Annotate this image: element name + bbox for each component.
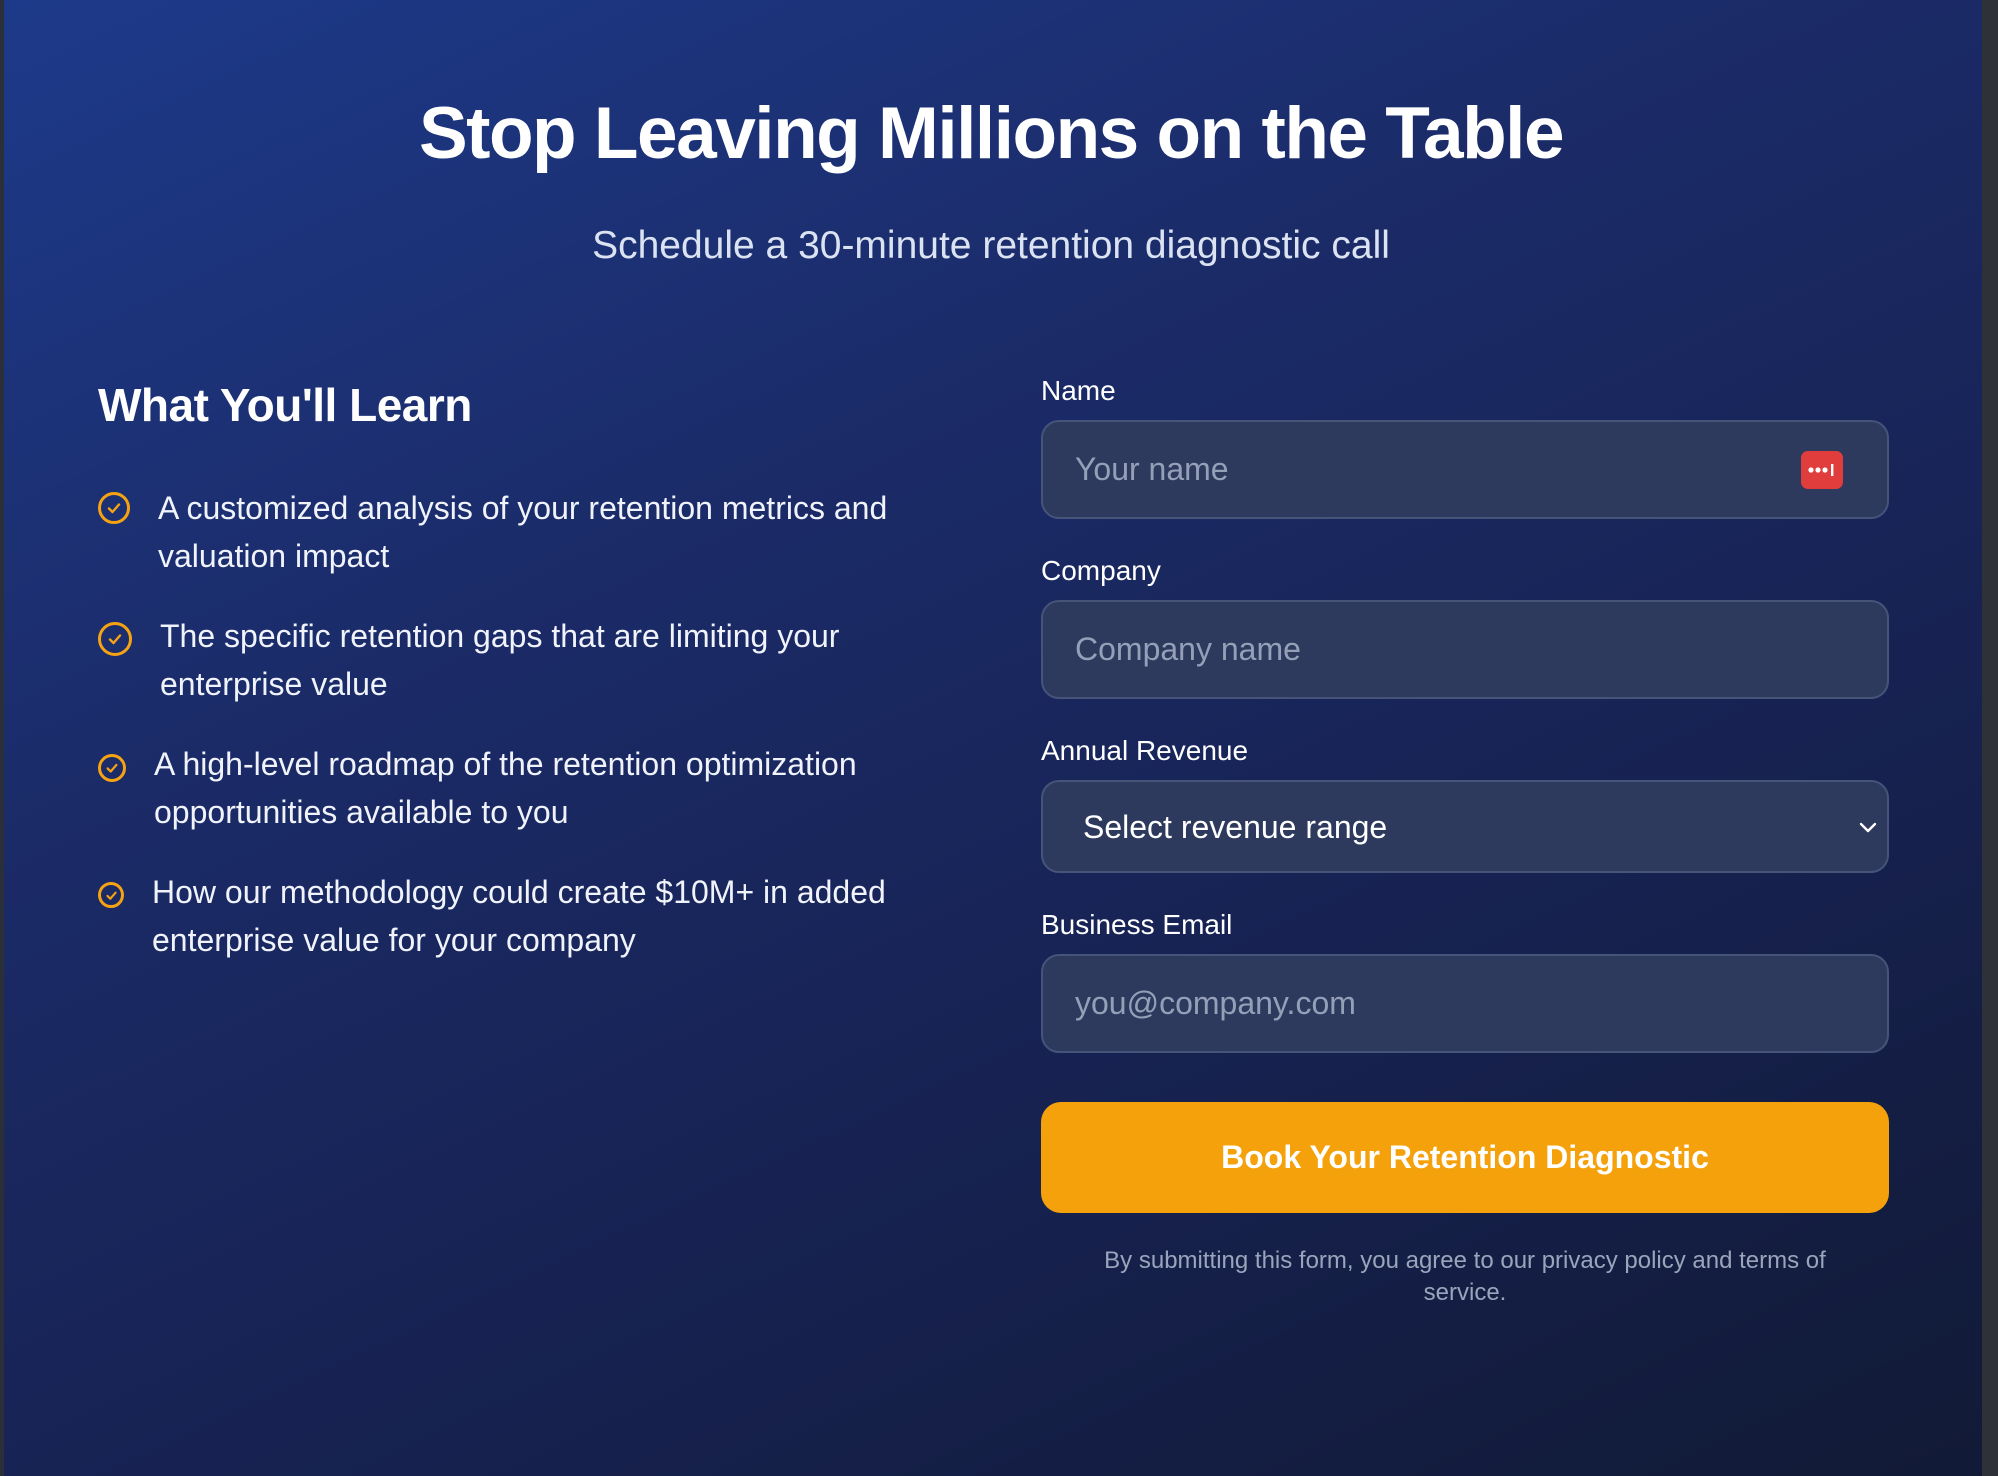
benefit-item: A customized analysis of your retention … (98, 484, 928, 580)
password-manager-icon[interactable] (1801, 451, 1843, 489)
check-circle-icon (98, 882, 124, 908)
check-circle-icon (98, 622, 132, 656)
benefit-text: The specific retention gaps that are lim… (160, 618, 840, 702)
benefit-text: How our methodology could create $10M+ i… (152, 874, 886, 958)
revenue-label: Annual Revenue (1041, 735, 1249, 766)
benefit-item: How our methodology could create $10M+ i… (98, 868, 928, 964)
learn-heading: What You'll Learn (98, 379, 472, 431)
company-input[interactable] (1043, 602, 1887, 697)
window-edge-left (0, 0, 4, 1476)
revenue-select[interactable]: Select revenue range (1043, 782, 1887, 871)
benefit-item: The specific retention gaps that are lim… (98, 612, 928, 708)
company-label: Company (1041, 555, 1161, 586)
email-input[interactable] (1043, 956, 1887, 1051)
page-subtitle: Schedule a 30-minute retention diagnosti… (592, 224, 1390, 267)
benefit-item: A high-level roadmap of the retention op… (98, 740, 928, 836)
company-field (1041, 600, 1889, 699)
chevron-down-icon (1859, 822, 1877, 833)
page-title: Stop Leaving Millions on the Table (418, 93, 1565, 174)
book-diagnostic-button[interactable]: Book Your Retention Diagnostic (1041, 1102, 1889, 1213)
revenue-field: Select revenue range (1041, 780, 1889, 873)
check-circle-icon (98, 492, 130, 524)
form-disclaimer: By submitting this form, you agree to ou… (1104, 1247, 1826, 1306)
name-field (1041, 420, 1889, 519)
name-label: Name (1041, 375, 1116, 406)
check-circle-icon (98, 754, 126, 782)
email-field (1041, 954, 1889, 1053)
page: Stop Leaving Millions on the Table Sched… (0, 0, 1998, 1476)
email-label: Business Email (1041, 909, 1233, 940)
benefit-text: A high-level roadmap of the retention op… (154, 746, 857, 830)
scrollbar-track[interactable] (1982, 0, 1998, 1476)
name-input[interactable] (1043, 422, 1887, 517)
benefit-text: A customized analysis of your retention … (158, 490, 888, 574)
